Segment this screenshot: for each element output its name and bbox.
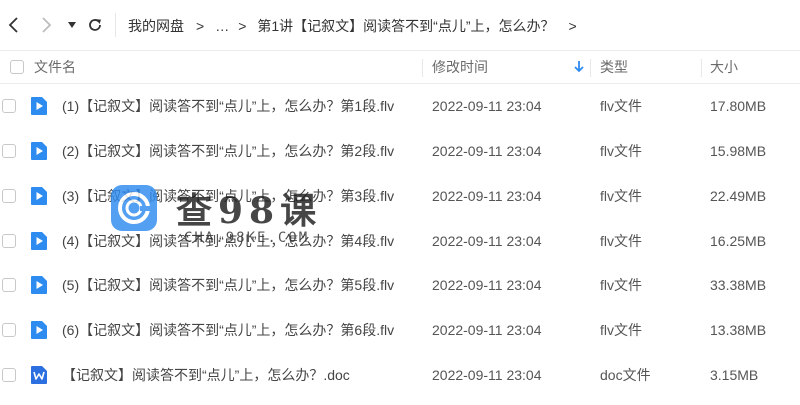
file-type: flv文件 — [600, 98, 642, 114]
row-checkbox[interactable] — [2, 278, 16, 292]
file-size: 15.98MB — [710, 143, 767, 159]
file-modified-time: 2022-09-11 23:04 — [432, 277, 542, 293]
select-all-checkbox[interactable] — [10, 60, 24, 74]
file-size: 22.49MB — [710, 188, 767, 204]
file-name[interactable]: (2)【记叙文】阅读答不到“点儿”上，怎么办？第2段.flv — [62, 129, 394, 173]
back-button[interactable] — [2, 13, 26, 37]
file-modified-time: 2022-09-11 23:04 — [432, 322, 542, 338]
refresh-button[interactable] — [83, 13, 107, 37]
file-name[interactable]: (4)【记叙文】阅读答不到“点儿”上，怎么办？第4段.flv — [62, 219, 394, 263]
breadcrumb-root[interactable]: 我的网盘 — [128, 16, 184, 36]
row-checkbox[interactable] — [2, 323, 16, 337]
video-file-icon — [31, 187, 47, 205]
row-checkbox[interactable] — [2, 189, 16, 203]
file-modified-time: 2022-09-11 23:04 — [432, 98, 542, 114]
file-modified-time: 2022-09-11 23:04 — [432, 188, 542, 204]
row-checkbox[interactable] — [2, 144, 16, 158]
file-size: 3.15MB — [710, 367, 759, 383]
file-row[interactable]: (6)【记叙文】阅读答不到“点儿”上，怎么办？第6段.flv 2022-09-1… — [0, 308, 800, 352]
file-type: flv文件 — [600, 143, 642, 159]
video-file-icon — [31, 97, 47, 115]
file-row[interactable]: (5)【记叙文】阅读答不到“点儿”上，怎么办？第5段.flv 2022-09-1… — [0, 263, 800, 307]
sort-descending-icon[interactable] — [573, 60, 585, 74]
file-type: doc文件 — [600, 367, 651, 383]
word-file-icon — [31, 366, 47, 384]
file-modified-time: 2022-09-11 23:04 — [432, 233, 542, 249]
file-row[interactable]: (4)【记叙文】阅读答不到“点儿”上，怎么办？第4段.flv 2022-09-1… — [0, 219, 800, 263]
breadcrumb-expand-icon[interactable]: > — [568, 18, 576, 34]
file-type: flv文件 — [600, 277, 642, 293]
refresh-icon — [89, 19, 101, 31]
breadcrumb-separator-icon: > — [238, 18, 247, 34]
file-size: 33.38MB — [710, 277, 767, 293]
nav-divider — [115, 13, 116, 37]
column-divider[interactable] — [701, 59, 702, 77]
video-file-icon — [31, 232, 47, 250]
file-list-header: 文件名 修改时间 类型 大小 — [0, 50, 800, 84]
file-size: 16.25MB — [710, 233, 767, 249]
file-name[interactable]: (6)【记叙文】阅读答不到“点儿”上，怎么办？第6段.flv — [62, 308, 394, 352]
column-header-modified[interactable]: 修改时间 — [432, 51, 488, 83]
breadcrumb: 我的网盘 > … > 第1讲【记叙文】阅读答不到“点儿”上，怎么办？ > — [128, 15, 588, 37]
file-row[interactable]: (1)【记叙文】阅读答不到“点儿”上，怎么办？第1段.flv 2022-09-1… — [0, 84, 800, 128]
chevron-left-icon — [8, 17, 18, 33]
history-dropdown-button[interactable] — [60, 13, 84, 37]
file-type: flv文件 — [600, 233, 642, 249]
file-row[interactable]: (3)【记叙文】阅读答不到“点儿”上，怎么办？第3段.flv 2022-09-1… — [0, 174, 800, 218]
file-size: 17.80MB — [710, 98, 767, 114]
row-checkbox[interactable] — [2, 234, 16, 248]
file-name[interactable]: 【记叙文】阅读答不到“点儿”上，怎么办？.doc — [62, 353, 350, 397]
video-file-icon — [31, 321, 47, 339]
file-name[interactable]: (1)【记叙文】阅读答不到“点儿”上，怎么办？第1段.flv — [62, 84, 394, 128]
breadcrumb-separator-icon: > — [196, 18, 205, 34]
file-name[interactable]: (5)【记叙文】阅读答不到“点儿”上，怎么办？第5段.flv — [62, 263, 394, 307]
column-divider[interactable] — [590, 59, 591, 77]
column-divider[interactable] — [422, 59, 423, 77]
chevron-right-icon — [42, 17, 52, 33]
file-row[interactable]: (2)【记叙文】阅读答不到“点儿”上，怎么办？第2段.flv 2022-09-1… — [0, 129, 800, 173]
breadcrumb-current[interactable]: 第1讲【记叙文】阅读答不到“点儿”上，怎么办？ — [257, 16, 554, 36]
file-modified-time: 2022-09-11 23:04 — [432, 367, 542, 383]
row-checkbox[interactable] — [2, 99, 16, 113]
caret-down-icon — [68, 22, 76, 28]
row-checkbox[interactable] — [2, 368, 16, 382]
column-header-type[interactable]: 类型 — [600, 51, 628, 83]
file-type: flv文件 — [600, 188, 642, 204]
forward-button[interactable] — [34, 13, 58, 37]
navigation-bar: 我的网盘 > … > 第1讲【记叙文】阅读答不到“点儿”上，怎么办？ > — [0, 0, 800, 50]
column-header-size[interactable]: 大小 — [710, 51, 738, 83]
file-size: 13.38MB — [710, 322, 767, 338]
file-row[interactable]: 【记叙文】阅读答不到“点儿”上，怎么办？.doc 2022-09-11 23:0… — [0, 353, 800, 397]
breadcrumb-collapsed[interactable]: … — [215, 18, 229, 34]
file-name[interactable]: (3)【记叙文】阅读答不到“点儿”上，怎么办？第3段.flv — [62, 174, 394, 218]
file-modified-time: 2022-09-11 23:04 — [432, 143, 542, 159]
video-file-icon — [31, 276, 47, 294]
file-type: flv文件 — [600, 322, 642, 338]
column-header-name[interactable]: 文件名 — [34, 51, 76, 83]
video-file-icon — [31, 142, 47, 160]
